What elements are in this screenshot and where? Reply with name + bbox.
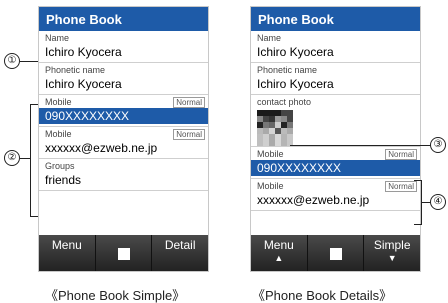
square-icon <box>329 248 342 260</box>
name-field[interactable]: Name Ichiro Kyocera <box>251 31 420 63</box>
field-value: Ichiro Kyocera <box>257 45 334 59</box>
field-value: Ichiro Kyocera <box>45 45 122 59</box>
field-label: Name <box>45 33 70 43</box>
center-softkey[interactable] <box>95 235 153 271</box>
callout-leader <box>20 158 30 159</box>
callout-2: ② <box>4 150 20 166</box>
callout-1: ① <box>4 53 20 69</box>
caption-simple: 《Phone Book Simple》 <box>45 288 186 303</box>
callout-bracket <box>30 104 31 216</box>
mobile-email-field[interactable]: Mobile Normal xxxxxx@ezweb.ne.jp <box>39 127 208 159</box>
mobile-number-field[interactable]: Mobile Normal 090XXXXXXXX <box>251 147 420 179</box>
mobile-email-field[interactable]: Mobile Normal xxxxxx@ezweb.ne.jp <box>251 179 420 211</box>
mobile-number-field[interactable]: Mobile Normal 090XXXXXXXX <box>39 95 208 127</box>
type-badge: Normal <box>173 129 205 140</box>
field-label: contact photo <box>257 97 312 107</box>
name-field[interactable]: Name Ichiro Kyocera <box>39 31 208 63</box>
field-value: friends <box>45 173 82 187</box>
contact-photo-field[interactable]: contact photo <box>251 95 420 147</box>
triangle-down-icon: ▼ <box>387 253 397 263</box>
softkey-label: Detail <box>164 238 196 252</box>
screen-title: Phone Book <box>39 7 208 31</box>
callout-bracket-bottom <box>414 224 422 225</box>
groups-field[interactable]: Groups friends <box>39 159 208 191</box>
contact-photo-image <box>257 110 293 146</box>
phonetic-name-field[interactable]: Phonetic name Ichiro Kyocera <box>251 63 420 95</box>
field-label: Groups <box>45 161 75 171</box>
type-badge: Normal <box>385 149 417 160</box>
screen-title: Phone Book <box>251 7 420 31</box>
field-value: xxxxxx@ezweb.ne.jp <box>257 193 370 207</box>
menu-softkey[interactable]: Menu ▲ <box>251 235 308 271</box>
field-label: Phonetic name <box>257 65 318 75</box>
softkey-bar: Menu Detail <box>39 235 208 271</box>
callout-bracket-top <box>414 180 422 181</box>
softkey-bar: Menu ▲ Simple ▼ <box>251 235 420 271</box>
phonetic-name-field[interactable]: Phonetic name Ichiro Kyocera <box>39 63 208 95</box>
field-value: Ichiro Kyocera <box>257 77 334 91</box>
simple-softkey[interactable]: Simple ▼ <box>364 235 420 271</box>
callout-bracket-bottom <box>30 216 38 217</box>
center-softkey[interactable] <box>307 235 365 271</box>
softkey-label: Menu <box>263 238 294 252</box>
field-value: Ichiro Kyocera <box>45 77 122 91</box>
softkey-label: Simple <box>373 238 411 252</box>
field-value: xxxxxx@ezweb.ne.jp <box>45 141 158 155</box>
field-value-selected: 090XXXXXXXX <box>39 108 208 124</box>
menu-softkey[interactable]: Menu <box>39 235 96 271</box>
phone-book-simple-screen: Phone Book Name Ichiro Kyocera Phonetic … <box>38 6 209 272</box>
field-label: Phonetic name <box>45 65 106 75</box>
square-icon <box>117 248 130 260</box>
caption-details: 《Phone Book Details》 <box>252 288 393 303</box>
detail-softkey[interactable]: Detail <box>152 235 208 271</box>
field-value-selected: 090XXXXXXXX <box>251 160 420 176</box>
softkey-label: Menu <box>51 238 82 252</box>
callout-3: ③ <box>430 137 446 153</box>
field-label: Name <box>257 33 282 43</box>
callout-leader <box>290 145 431 146</box>
type-badge: Normal <box>173 97 205 108</box>
phone-book-details-screen: Phone Book Name Ichiro Kyocera Phonetic … <box>250 6 421 272</box>
type-badge: Normal <box>385 181 417 192</box>
callout-bracket-top <box>30 104 38 105</box>
triangle-up-icon: ▲ <box>274 253 284 263</box>
callout-leader <box>20 61 38 62</box>
callout-4: ④ <box>430 194 446 210</box>
